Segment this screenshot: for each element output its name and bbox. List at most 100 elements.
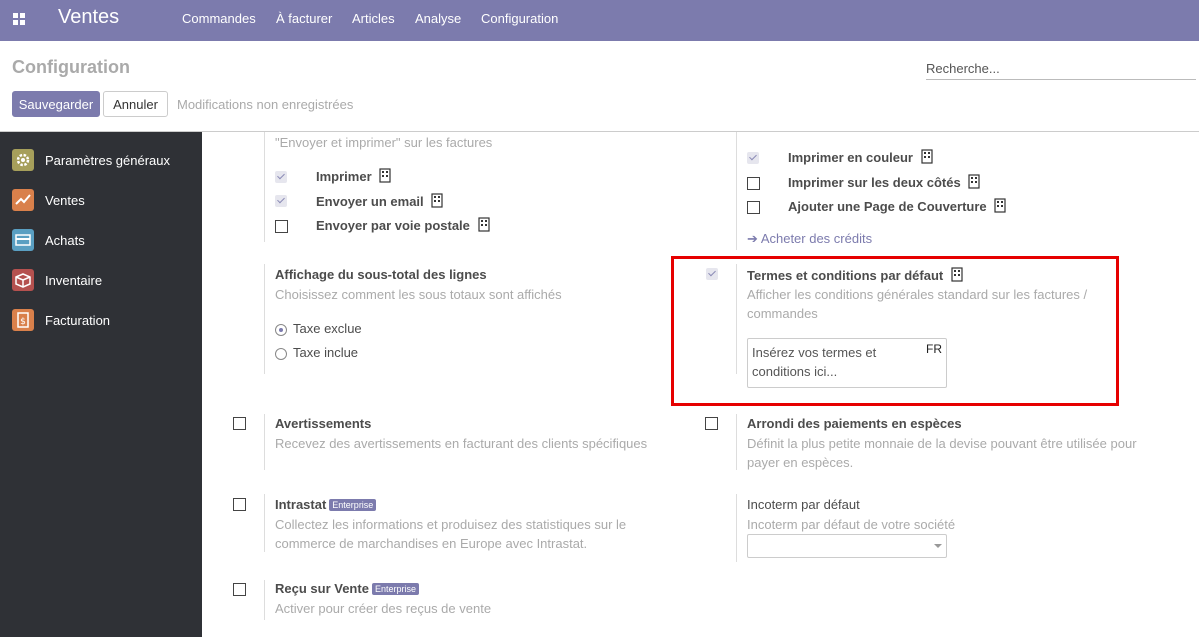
separator bbox=[264, 132, 265, 242]
tax-excluded-radio[interactable] bbox=[275, 324, 287, 336]
building-icon bbox=[477, 217, 490, 232]
apps-menu-icon[interactable] bbox=[13, 13, 25, 25]
send-print-description: "Envoyer et imprimer" sur les factures bbox=[275, 135, 493, 150]
settings-sidebar: Paramètres généraux Ventes Achats Invent… bbox=[0, 132, 202, 637]
purchase-card-icon bbox=[12, 229, 34, 251]
menu-articles[interactable]: Articles bbox=[352, 11, 395, 26]
default-terms-checkbox[interactable] bbox=[706, 268, 718, 280]
app-title: Ventes bbox=[58, 6, 120, 28]
separator bbox=[264, 494, 265, 552]
menu-commandes[interactable]: Commandes bbox=[182, 11, 256, 26]
search-input[interactable] bbox=[926, 57, 1196, 80]
cash-rounding-title: Arrondi des paiements en espèces bbox=[747, 416, 962, 431]
save-button[interactable]: Sauvegarder bbox=[12, 91, 100, 117]
separator bbox=[736, 132, 737, 250]
subtotal-title: Affichage du sous-total des lignes bbox=[275, 267, 487, 282]
chevron-down-icon bbox=[934, 544, 942, 548]
send-email-checkbox[interactable] bbox=[275, 195, 287, 207]
separator bbox=[264, 264, 265, 374]
buy-credits-label: Acheter des crédits bbox=[760, 231, 873, 246]
intrastat-checkbox[interactable] bbox=[233, 498, 246, 511]
print-color-label: Imprimer en couleur bbox=[788, 150, 913, 165]
invoice-icon: $ bbox=[12, 309, 34, 331]
sidebar-item-sales[interactable]: Ventes bbox=[0, 181, 202, 221]
sale-receipt-checkbox[interactable] bbox=[233, 583, 246, 596]
control-panel: Configuration Sauvegarder Annuler Modifi… bbox=[0, 41, 1199, 132]
separator bbox=[736, 494, 737, 562]
top-navbar: Ventes Commandes À facturer Articles Ana… bbox=[0, 0, 1199, 41]
print-setting: Imprimer bbox=[316, 168, 391, 184]
send-post-label: Envoyer par voie postale bbox=[316, 218, 470, 233]
intrastat-description-line1: Collectez les informations et produisez … bbox=[275, 517, 627, 532]
incoterm-select[interactable] bbox=[747, 534, 947, 558]
print-both-sides-checkbox[interactable] bbox=[747, 177, 760, 190]
translate-lang-button[interactable]: FR bbox=[926, 342, 942, 356]
intrastat-title: Intrastat bbox=[275, 497, 327, 512]
enterprise-badge: Enterprise bbox=[371, 583, 419, 595]
building-icon bbox=[921, 149, 933, 164]
sidebar-item-label: Inventaire bbox=[45, 273, 103, 288]
cover-page-checkbox[interactable] bbox=[747, 201, 760, 214]
cancel-button[interactable]: Annuler bbox=[103, 91, 168, 117]
print-label: Imprimer bbox=[316, 169, 372, 184]
intrastat-description-line2: commerce de marchandises en Europe avec … bbox=[275, 536, 588, 551]
menu-a-facturer[interactable]: À facturer bbox=[276, 11, 332, 26]
building-icon bbox=[994, 198, 1006, 213]
arrow-right-icon: ➔ bbox=[747, 231, 758, 246]
gear-icon bbox=[12, 149, 34, 171]
menu-analyse[interactable]: Analyse bbox=[415, 11, 461, 26]
enterprise-badge: Enterprise bbox=[329, 499, 377, 511]
inventory-box-icon bbox=[12, 269, 34, 291]
incoterm-description: Incoterm par défaut de votre société bbox=[747, 517, 956, 532]
intrastat-setting: Intrastat Enterprise bbox=[275, 497, 377, 512]
warnings-checkbox[interactable] bbox=[233, 417, 246, 430]
sidebar-item-purchase[interactable]: Achats bbox=[0, 221, 202, 261]
print-both-sides-label: Imprimer sur les deux côtés bbox=[788, 175, 961, 190]
building-icon bbox=[951, 267, 963, 282]
default-terms-description-line1: Afficher les conditions générales standa… bbox=[747, 287, 1088, 302]
settings-content: "Envoyer et imprimer" sur les factures I… bbox=[202, 132, 1199, 637]
tax-included-label: Taxe inclue bbox=[293, 345, 359, 360]
building-icon bbox=[379, 168, 391, 183]
send-email-setting: Envoyer un email bbox=[316, 193, 443, 209]
sidebar-item-label: Ventes bbox=[45, 193, 85, 208]
send-email-label: Envoyer un email bbox=[316, 194, 424, 209]
default-terms-setting: Termes et conditions par défaut bbox=[747, 267, 963, 283]
sidebar-item-invoicing[interactable]: $ Facturation bbox=[0, 301, 202, 341]
breadcrumb: Configuration bbox=[12, 57, 130, 77]
default-terms-description-line2: commandes bbox=[747, 306, 818, 321]
print-both-sides-setting: Imprimer sur les deux côtés bbox=[788, 174, 980, 190]
terms-textarea[interactable] bbox=[752, 343, 917, 383]
tax-included-radio[interactable] bbox=[275, 348, 287, 360]
separator bbox=[264, 580, 265, 620]
unsaved-changes-label: Modifications non enregistrées bbox=[177, 97, 354, 112]
menu-configuration[interactable]: Configuration bbox=[481, 11, 558, 26]
warnings-title: Avertissements bbox=[275, 416, 372, 431]
cash-rounding-checkbox[interactable] bbox=[705, 417, 718, 430]
cash-rounding-description-line2: payer en espèces. bbox=[747, 455, 854, 470]
svg-text:$: $ bbox=[20, 317, 26, 327]
cash-rounding-description-line1: Définit la plus petite monnaie de la dev… bbox=[747, 436, 1137, 451]
terms-field: FR bbox=[747, 338, 947, 388]
print-color-checkbox[interactable] bbox=[747, 152, 759, 164]
building-icon bbox=[431, 193, 443, 208]
sale-receipt-setting: Reçu sur Vente Enterprise bbox=[275, 581, 419, 596]
building-icon bbox=[968, 174, 980, 189]
tax-excluded-label: Taxe exclue bbox=[293, 321, 362, 336]
send-post-setting: Envoyer par voie postale bbox=[316, 217, 490, 233]
default-terms-title: Termes et conditions par défaut bbox=[747, 268, 944, 283]
warnings-description: Recevez des avertissements en facturant … bbox=[275, 436, 648, 451]
sidebar-item-inventory[interactable]: Inventaire bbox=[0, 261, 202, 301]
cover-page-label: Ajouter une Page de Couverture bbox=[788, 199, 987, 214]
send-post-checkbox[interactable] bbox=[275, 220, 288, 233]
sidebar-item-label: Paramètres généraux bbox=[45, 153, 171, 168]
subtotal-description: Choisissez comment les sous totaux sont … bbox=[275, 287, 562, 302]
print-checkbox[interactable] bbox=[275, 171, 287, 183]
buy-credits-link[interactable]: ➔ Acheter des crédits bbox=[747, 231, 872, 247]
sidebar-item-general-settings[interactable]: Paramètres généraux bbox=[0, 141, 202, 181]
separator bbox=[264, 414, 265, 470]
sidebar-item-label: Achats bbox=[45, 233, 85, 248]
sale-receipt-description: Activer pour créer des reçus de vente bbox=[275, 601, 492, 616]
print-color-setting: Imprimer en couleur bbox=[788, 149, 933, 165]
separator bbox=[736, 414, 737, 470]
